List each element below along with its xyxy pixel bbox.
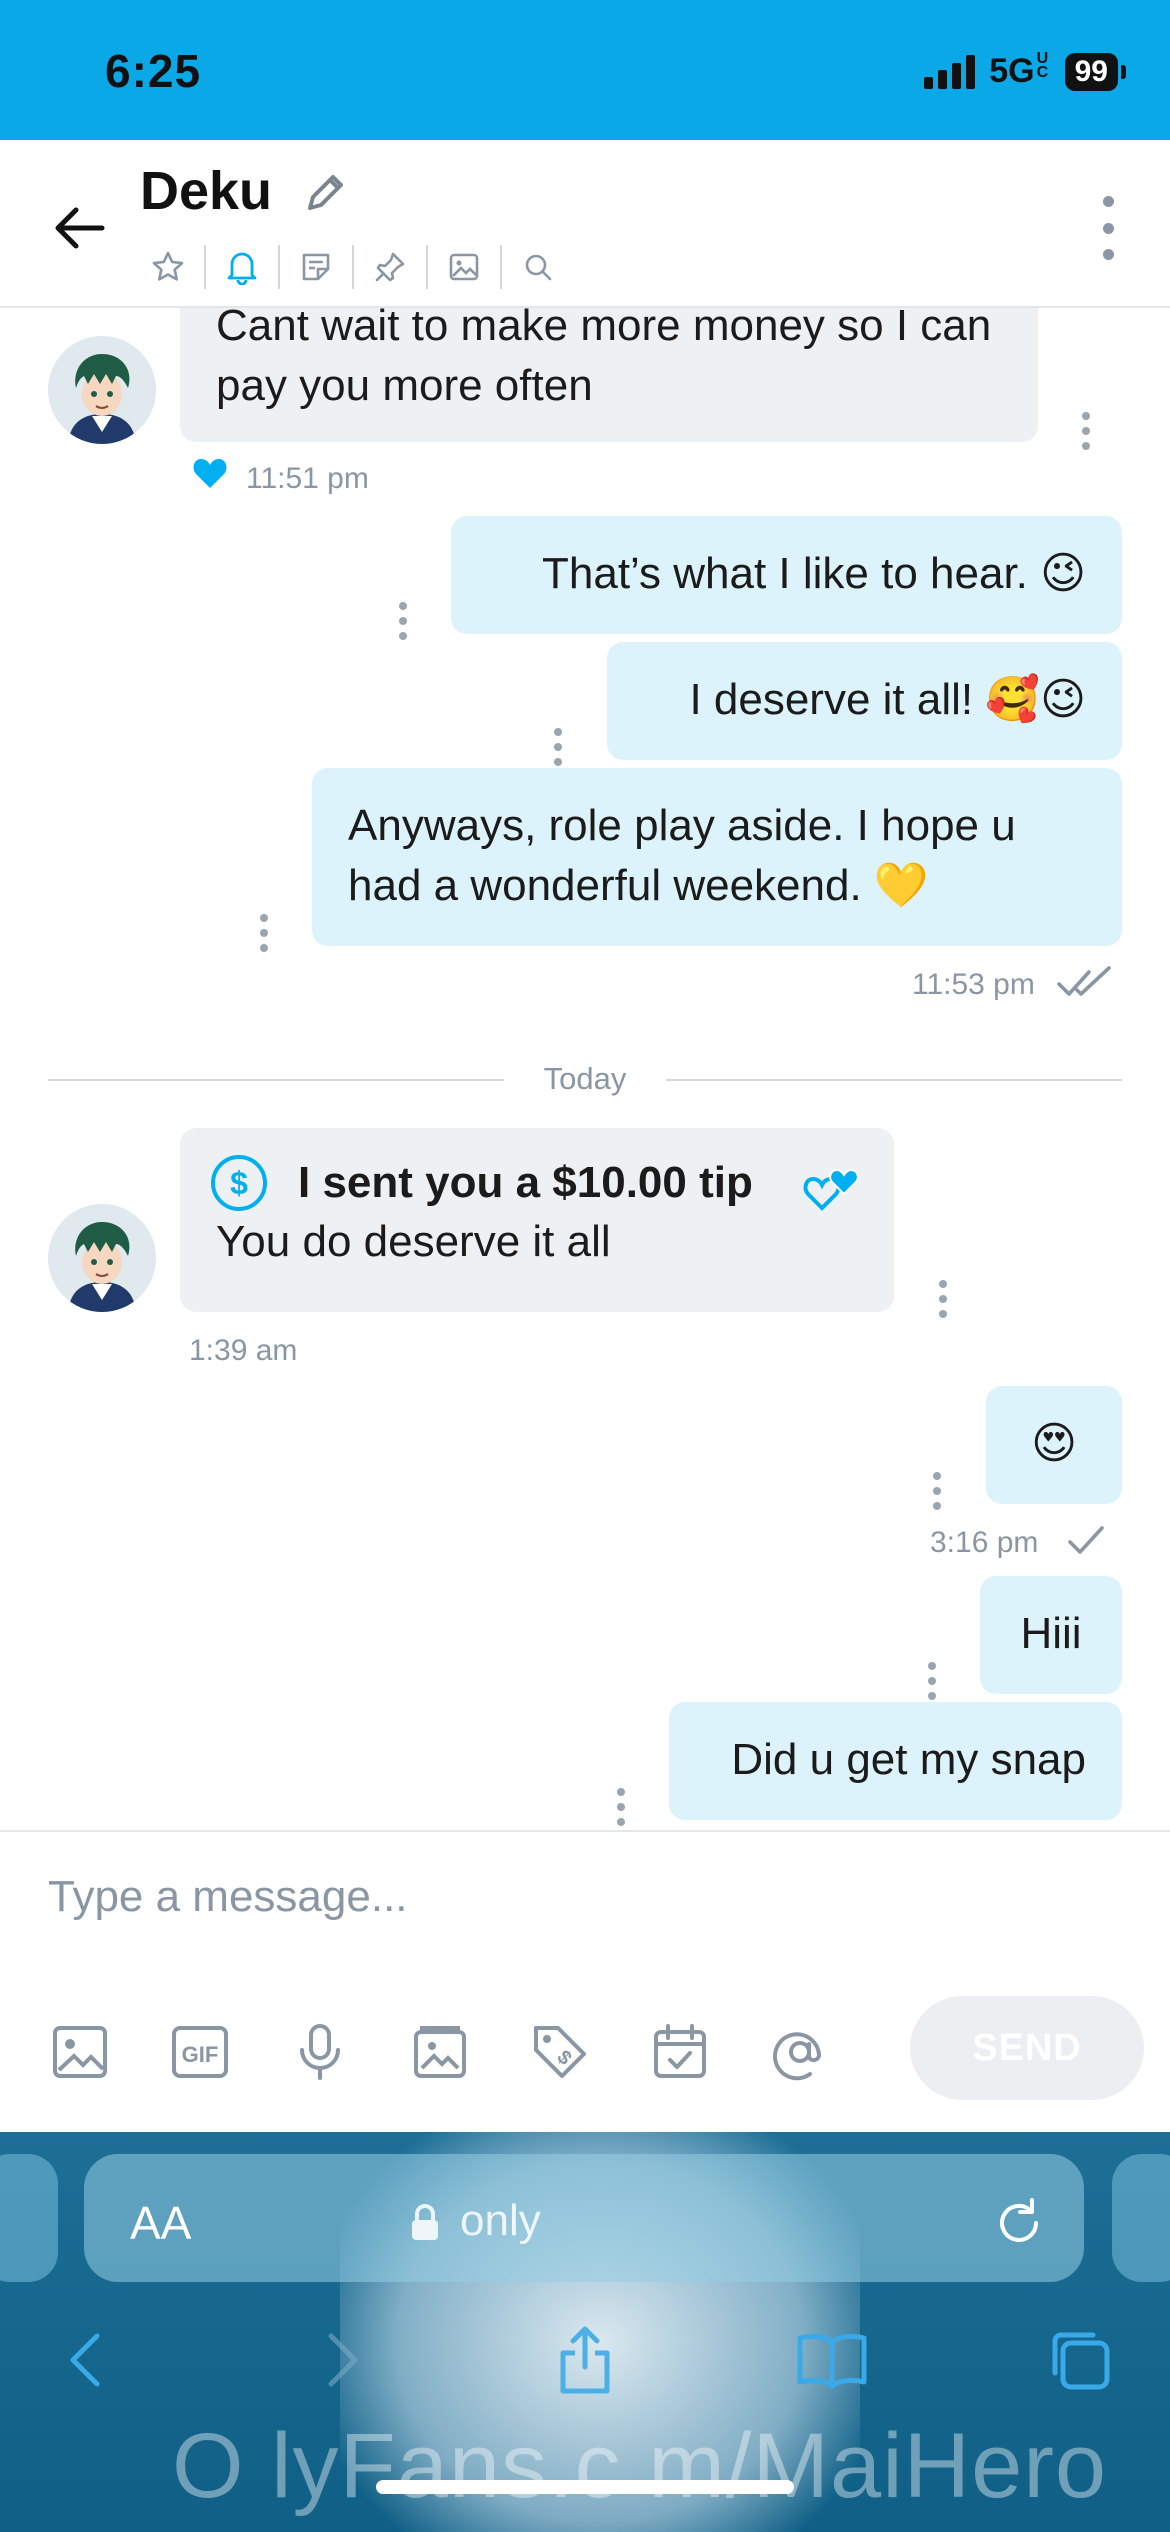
chat-toolbar <box>132 240 574 294</box>
more-options-icon[interactable] <box>1096 196 1120 260</box>
image-icon[interactable] <box>40 2012 120 2092</box>
star-icon[interactable] <box>132 240 204 294</box>
message-time: 11:51 pm <box>246 462 369 495</box>
microphone-icon[interactable] <box>280 2012 360 2092</box>
heart-icon[interactable] <box>192 456 228 490</box>
back-arrow-icon[interactable] <box>50 198 110 258</box>
day-divider-label: Today <box>543 1061 627 1096</box>
gif-icon[interactable]: GIF <box>160 2012 240 2092</box>
bookmarks-icon[interactable] <box>792 2320 872 2400</box>
message-options-icon[interactable] <box>553 728 563 766</box>
composer-toolbar: GIF $ <box>40 2012 840 2092</box>
previous-tab[interactable] <box>0 2154 58 2282</box>
status-time: 6:25 <box>105 45 202 97</box>
tip-message-bubble[interactable]: $ I sent you a $10.00 tip You do deserve… <box>180 1128 894 1312</box>
message-time: 1:39 am <box>189 1334 298 1367</box>
message-text: Did u get my snap <box>731 1735 1086 1784</box>
lock-icon <box>408 2202 442 2242</box>
price-tag-icon[interactable]: $ <box>520 2012 600 2092</box>
tip-title: I sent you a $10.00 tip <box>298 1158 753 1207</box>
pin-icon[interactable] <box>354 240 426 294</box>
message-composer: GIF $ SEND <box>0 1830 1170 2132</box>
chat-header: Deku <box>0 140 1170 308</box>
search-icon[interactable] <box>502 240 574 294</box>
message-bubble-outgoing[interactable]: Did u get my snap <box>669 1702 1122 1820</box>
message-list[interactable]: Cant wait to make more money so I can pa… <box>0 308 1170 1830</box>
browser-back-icon[interactable] <box>48 2320 128 2400</box>
message-text: I deserve it all! 🥰😉 <box>689 675 1086 724</box>
message-options-icon[interactable] <box>938 1280 948 1318</box>
message-text: 😍 <box>1031 1419 1077 1468</box>
svg-text:$: $ <box>230 1165 248 1201</box>
address-bar[interactable] <box>84 2154 1084 2282</box>
browser-toolbar: AA only O lyFans.c m/MaiHero <box>0 2132 1170 2532</box>
hearts-icon <box>802 1160 864 1214</box>
message-text: Hiii <box>1020 1609 1082 1658</box>
url-text[interactable]: only <box>460 2196 541 2246</box>
note-icon[interactable] <box>280 240 352 294</box>
message-text: You do deserve it all <box>216 1217 611 1266</box>
bell-icon[interactable] <box>206 240 278 294</box>
message-options-icon[interactable] <box>932 1472 942 1510</box>
status-bar: 6:25 5G UC 99 <box>0 0 1170 140</box>
gif-label: GIF <box>182 2042 219 2067</box>
message-options-icon[interactable] <box>398 602 408 640</box>
message-time: 11:53 pm <box>912 968 1035 1001</box>
message-time: 3:16 pm <box>930 1526 1039 1559</box>
avatar[interactable] <box>48 1204 156 1312</box>
network-label: 5G UC <box>989 50 1049 91</box>
message-options-icon[interactable] <box>259 914 269 952</box>
signal-icon <box>924 54 976 89</box>
message-bubble-outgoing[interactable]: That’s what I like to hear. 😉 <box>451 516 1122 634</box>
check-icon <box>1066 1522 1106 1558</box>
battery-level: 99 <box>1074 54 1108 88</box>
media-icon[interactable] <box>428 240 500 294</box>
message-text: Anyways, role play aside. I hope u had a… <box>348 801 1016 910</box>
battery-icon: 99 <box>1064 52 1127 91</box>
send-button[interactable]: SEND <box>910 1996 1144 2100</box>
calendar-icon[interactable] <box>640 2012 720 2092</box>
message-bubble-incoming[interactable]: Cant wait to make more money so I can pa… <box>180 308 1038 442</box>
vault-icon[interactable] <box>400 2012 480 2092</box>
status-indicators: 5G UC 99 <box>924 50 1127 91</box>
message-text: That’s what I like to hear. 😉 <box>542 549 1086 598</box>
message-input[interactable] <box>48 1862 1118 1932</box>
avatar[interactable] <box>48 336 156 444</box>
browser-forward-icon[interactable] <box>300 2320 380 2400</box>
message-options-icon[interactable] <box>1081 412 1091 450</box>
dollar-icon: $ <box>210 1154 268 1212</box>
message-bubble-outgoing[interactable]: I deserve it all! 🥰😉 <box>607 642 1122 760</box>
share-icon[interactable] <box>545 2320 625 2400</box>
double-check-icon <box>1056 964 1114 1000</box>
watermark: O lyFans.c m/MaiHero <box>172 2415 1108 2517</box>
mention-icon[interactable] <box>760 2012 840 2092</box>
reader-settings-button[interactable]: AA <box>130 2196 191 2250</box>
day-divider: Today <box>48 1059 1122 1099</box>
home-indicator[interactable] <box>376 2480 794 2494</box>
browser-nav <box>0 2320 1170 2410</box>
pencil-icon[interactable] <box>300 168 350 218</box>
next-tab[interactable] <box>1112 2154 1170 2282</box>
message-bubble-outgoing[interactable]: Hiii <box>980 1576 1122 1694</box>
contact-name[interactable]: Deku <box>140 160 272 222</box>
message-options-icon[interactable] <box>927 1662 937 1700</box>
message-options-icon[interactable] <box>616 1788 626 1826</box>
message-bubble-outgoing[interactable]: Anyways, role play aside. I hope u had a… <box>312 768 1122 946</box>
tabs-icon[interactable] <box>1040 2320 1120 2400</box>
message-text: Cant wait to make more money so I can pa… <box>216 308 992 410</box>
message-bubble-outgoing[interactable]: 😍 <box>986 1386 1122 1504</box>
reload-icon[interactable] <box>992 2196 1046 2250</box>
